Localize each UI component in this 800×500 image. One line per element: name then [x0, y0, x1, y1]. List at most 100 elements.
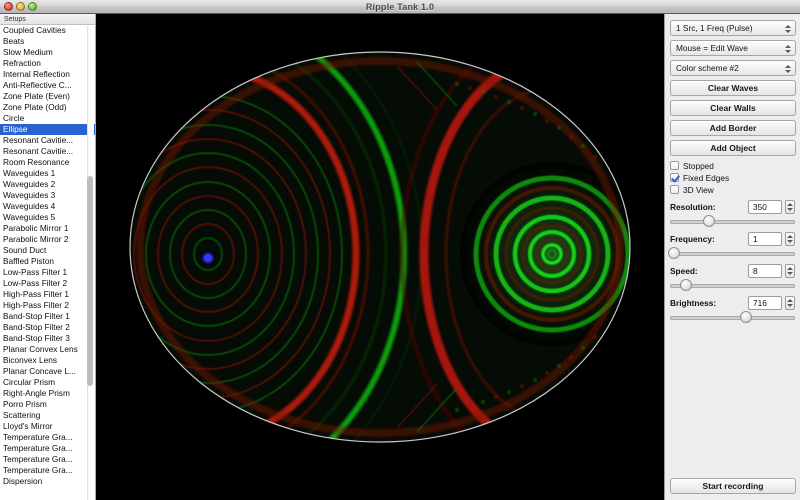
add-object-button[interactable]: Add Object [670, 140, 796, 156]
setup-item[interactable]: Parabolic Mirror 1 [0, 223, 95, 234]
checkbox-3d-view[interactable] [670, 185, 679, 194]
slider-knob[interactable] [680, 279, 692, 291]
setup-item[interactable]: Sound Duct [0, 245, 95, 256]
slider-track-area[interactable] [670, 311, 795, 323]
setup-item[interactable]: Zone Plate (Even) [0, 91, 95, 102]
sidebar-scrollbar-thumb[interactable] [87, 176, 93, 386]
setup-item[interactable]: Ellipse [0, 124, 95, 135]
setup-item[interactable]: Waveguides 3 [0, 190, 95, 201]
color-scheme-label: Color scheme #2 [676, 63, 739, 73]
ripple-simulation-canvas[interactable] [97, 14, 663, 500]
setup-item[interactable]: Waveguides 5 [0, 212, 95, 223]
checkbox-stopped[interactable] [670, 161, 679, 170]
setup-item[interactable]: Temperature Gra... [0, 465, 95, 476]
stepper-buttons[interactable] [785, 232, 795, 246]
slider-track[interactable] [670, 220, 795, 224]
stepper-buttons[interactable] [785, 296, 795, 310]
checkbox-row[interactable]: 3D View [670, 184, 795, 195]
slider-value-field[interactable]: 8 [748, 264, 782, 278]
slider-label: Frequency: [670, 234, 748, 244]
stepper-buttons[interactable] [785, 200, 795, 214]
setup-item[interactable]: Resonant Cavitie... [0, 146, 95, 157]
setup-item[interactable]: Circular Prism [0, 377, 95, 388]
setup-item[interactable]: Zone Plate (Odd) [0, 102, 95, 113]
wave-source-core [204, 254, 211, 261]
slider-track-area[interactable] [670, 279, 795, 291]
color-scheme-dropdown[interactable]: Color scheme #2 [670, 60, 796, 76]
control-panel: 1 Src, 1 Freq (Pulse) Mouse = Edit Wave … [664, 14, 800, 500]
setup-item[interactable]: Planar Convex Lens [0, 344, 95, 355]
setup-item[interactable]: Beats [0, 36, 95, 47]
add-border-button[interactable]: Add Border [670, 120, 796, 136]
setup-item[interactable]: Band-Stop Filter 3 [0, 333, 95, 344]
clear-walls-button[interactable]: Clear Walls [670, 100, 796, 116]
setup-item[interactable]: Baffled Piston [0, 256, 95, 267]
setup-item[interactable]: Waveguides 4 [0, 201, 95, 212]
checkbox-label: 3D View [683, 185, 714, 195]
setup-item[interactable]: High-Pass Filter 1 [0, 289, 95, 300]
setup-item[interactable]: Right-Angle Prism [0, 388, 95, 399]
slider-knob[interactable] [740, 311, 752, 323]
setup-item[interactable]: Internal Reflection [0, 69, 95, 80]
setup-item[interactable]: Refraction [0, 58, 95, 69]
checkbox-group: Stopped Fixed Edges 3D View [670, 160, 795, 195]
setup-item[interactable]: Biconvex Lens [0, 355, 95, 366]
setup-item[interactable]: Anti-Reflective C... [0, 80, 95, 91]
mouse-mode-label: Mouse = Edit Wave [676, 43, 748, 53]
stepper-buttons[interactable] [785, 264, 795, 278]
setup-item[interactable]: Slow Medium [0, 47, 95, 58]
slider-track-area[interactable] [670, 247, 795, 259]
wave-field[interactable] [97, 14, 663, 500]
start-recording-button[interactable]: Start recording [670, 478, 796, 494]
checkbox-label: Fixed Edges [683, 173, 729, 183]
setup-item[interactable]: Circle [0, 113, 95, 124]
sidebar-scrollbar-track[interactable] [87, 26, 94, 500]
setup-item[interactable]: Planar Concave L... [0, 366, 95, 377]
setup-item[interactable]: Low-Pass Filter 2 [0, 278, 95, 289]
setup-item[interactable]: Parabolic Mirror 2 [0, 234, 95, 245]
setup-item[interactable]: Temperature Gra... [0, 443, 95, 454]
clear-waves-button[interactable]: Clear Waves [670, 80, 796, 96]
chevron-updown-icon [784, 63, 792, 75]
setup-item[interactable]: Dispersion [0, 476, 95, 487]
checkbox-label: Stopped [683, 161, 714, 171]
setup-item[interactable]: Temperature Gra... [0, 454, 95, 465]
slider-track[interactable] [670, 252, 795, 256]
slider-value-field[interactable]: 350 [748, 200, 782, 214]
slider-track-area[interactable] [670, 215, 795, 227]
setups-sidebar: Setups Coupled CavitiesBeatsSlow MediumR… [0, 14, 96, 500]
setup-item[interactable]: Band-Stop Filter 1 [0, 311, 95, 322]
setup-item[interactable]: Coupled Cavities [0, 25, 95, 36]
slider-value-field[interactable]: 716 [748, 296, 782, 310]
sidebar-header: Setups [0, 14, 95, 25]
setup-item[interactable]: Lloyd's Mirror [0, 421, 95, 432]
mouse-mode-dropdown[interactable]: Mouse = Edit Wave [670, 40, 796, 56]
setup-item[interactable]: Porro Prism [0, 399, 95, 410]
setup-item[interactable]: Resonant Cavitie... [0, 135, 95, 146]
slider-label: Resolution: [670, 202, 748, 212]
setup-item[interactable]: Room Resonance [0, 157, 95, 168]
setup-item[interactable]: High-Pass Filter 2 [0, 300, 95, 311]
setup-item[interactable]: Low-Pass Filter 1 [0, 267, 95, 278]
slider-control: Brightness:716 [670, 295, 795, 323]
slider-group: Resolution:350 Frequency:1 Speed:8 Brightne… [670, 199, 795, 323]
checkbox-row[interactable]: Stopped [670, 160, 795, 171]
slider-value-field[interactable]: 1 [748, 232, 782, 246]
setup-item[interactable]: Band-Stop Filter 2 [0, 322, 95, 333]
chevron-updown-icon [784, 43, 792, 55]
setup-item[interactable]: Waveguides 1 [0, 168, 95, 179]
checkbox-fixed-edges[interactable] [670, 173, 679, 182]
chevron-updown-icon [784, 23, 792, 35]
slider-knob[interactable] [703, 215, 715, 227]
slider-knob[interactable] [668, 247, 680, 259]
setup-item[interactable]: Waveguides 2 [0, 179, 95, 190]
checkbox-row[interactable]: Fixed Edges [670, 172, 795, 183]
slider-track[interactable] [670, 316, 795, 320]
source-mode-dropdown[interactable]: 1 Src, 1 Freq (Pulse) [670, 20, 796, 36]
setups-list[interactable]: Coupled CavitiesBeatsSlow MediumRefracti… [0, 25, 95, 487]
slider-label: Brightness: [670, 298, 748, 308]
window-titlebar: Ripple Tank 1.0 [0, 0, 800, 14]
setup-item[interactable]: Temperature Gra... [0, 432, 95, 443]
setup-item[interactable]: Scattering [0, 410, 95, 421]
slider-control: Speed:8 [670, 263, 795, 291]
